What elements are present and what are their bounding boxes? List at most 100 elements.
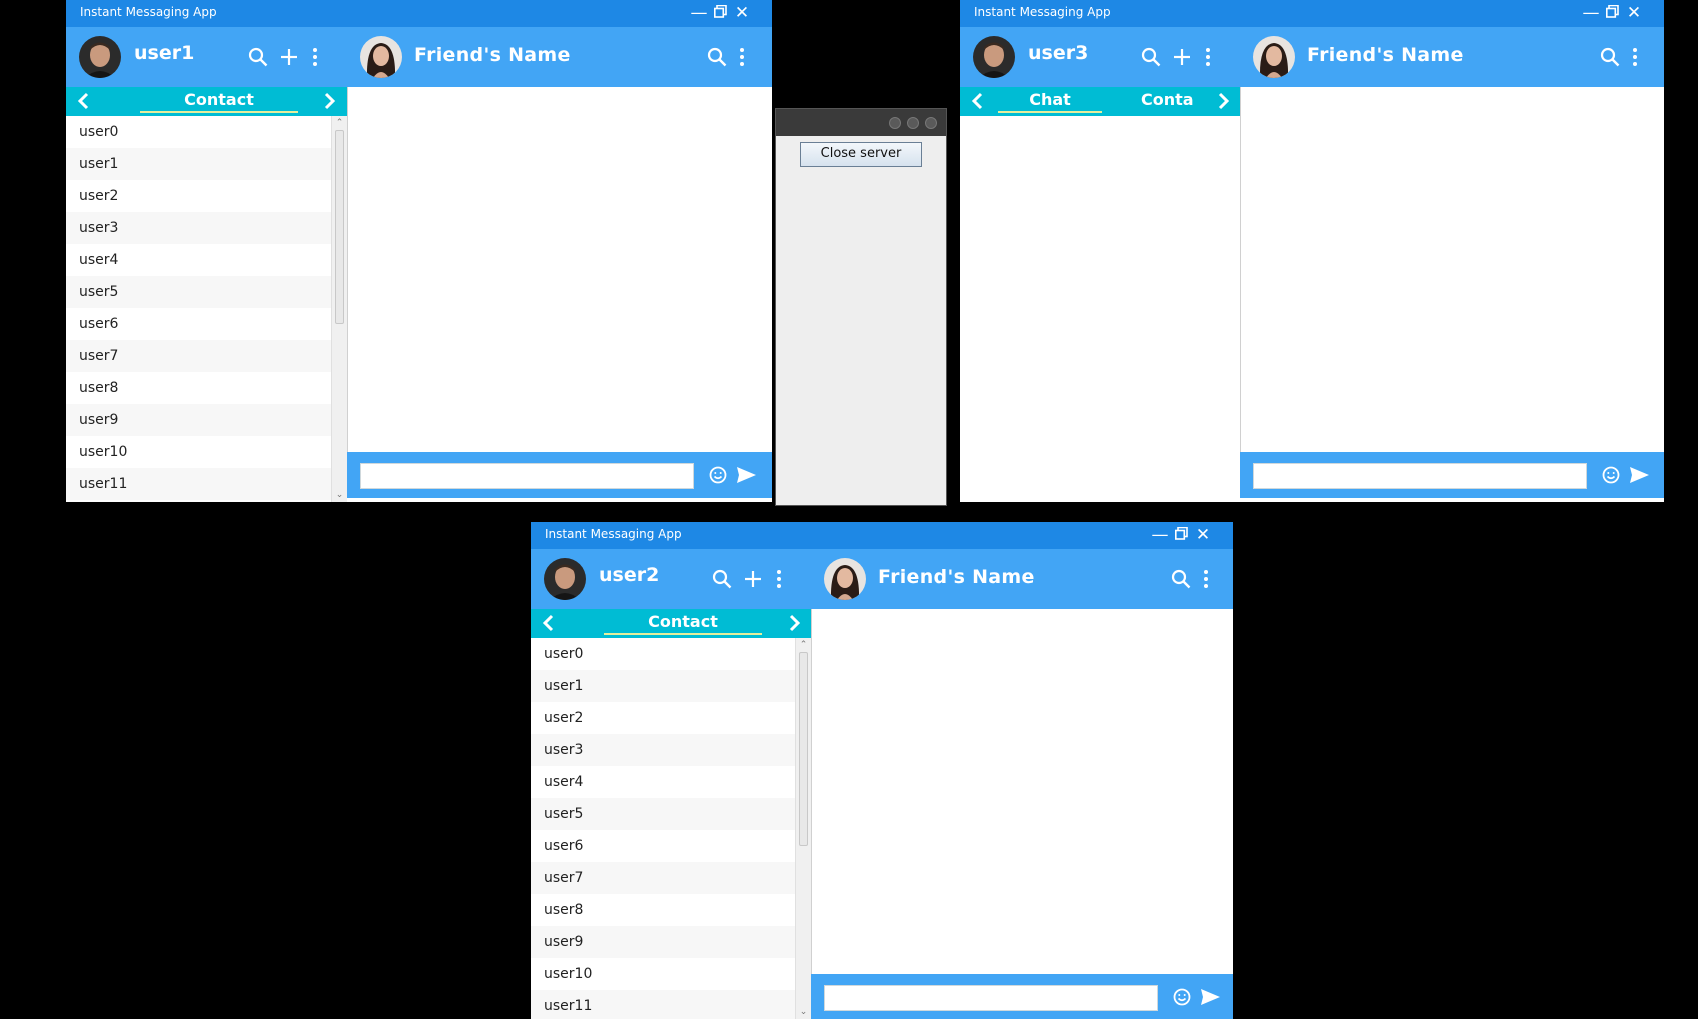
message-input[interactable] bbox=[824, 985, 1158, 1011]
add-icon[interactable] bbox=[278, 46, 300, 68]
chevron-left-icon[interactable] bbox=[75, 92, 93, 110]
list-item[interactable]: user7 bbox=[66, 340, 331, 372]
friend-header: Friend's Name bbox=[347, 27, 772, 87]
list-item[interactable]: user1 bbox=[66, 148, 331, 180]
list-item[interactable]: user6 bbox=[531, 830, 795, 862]
friend-avatar[interactable] bbox=[360, 36, 402, 78]
emoji-icon[interactable] bbox=[707, 464, 729, 486]
window-title: Instant Messaging App bbox=[545, 527, 682, 541]
list-item[interactable]: user2 bbox=[531, 702, 795, 734]
tab-chat[interactable]: Chat bbox=[998, 90, 1102, 113]
scroll-up-icon[interactable]: ⌃ bbox=[796, 638, 811, 652]
username: user1 bbox=[134, 42, 195, 64]
list-item[interactable]: user5 bbox=[531, 798, 795, 830]
list-item[interactable]: user8 bbox=[531, 894, 795, 926]
close-icon[interactable] bbox=[925, 117, 937, 129]
search-icon[interactable] bbox=[1170, 568, 1192, 590]
message-input[interactable] bbox=[1253, 463, 1587, 489]
friend-avatar[interactable] bbox=[824, 558, 866, 600]
more-vert-icon[interactable] bbox=[731, 46, 753, 68]
more-vert-icon[interactable] bbox=[1624, 46, 1646, 68]
list-item[interactable]: user0 bbox=[66, 116, 331, 148]
restore-icon[interactable] bbox=[1603, 3, 1621, 23]
tab-contact[interactable]: Contact bbox=[140, 90, 298, 113]
send-icon[interactable] bbox=[1199, 986, 1221, 1008]
window-titlebar[interactable]: Instant Messaging App — ✕ bbox=[531, 522, 1233, 549]
avatar[interactable] bbox=[79, 36, 121, 78]
list-item[interactable]: user1 bbox=[531, 670, 795, 702]
chevron-left-icon[interactable] bbox=[540, 614, 558, 632]
window-titlebar[interactable]: Instant Messaging App — ✕ bbox=[960, 0, 1664, 27]
more-vert-icon[interactable] bbox=[1195, 568, 1217, 590]
scrollbar[interactable]: ⌃ ⌄ bbox=[331, 116, 347, 502]
avatar[interactable] bbox=[973, 36, 1015, 78]
scroll-down-icon[interactable]: ⌄ bbox=[332, 488, 347, 502]
list-item[interactable]: user6 bbox=[66, 308, 331, 340]
avatar[interactable] bbox=[544, 558, 586, 600]
list-item[interactable]: user3 bbox=[531, 734, 795, 766]
add-icon[interactable] bbox=[1171, 46, 1193, 68]
more-vert-icon[interactable] bbox=[1197, 46, 1219, 68]
close-server-button[interactable]: Close server bbox=[800, 142, 922, 167]
username: user2 bbox=[599, 564, 660, 586]
friend-avatar[interactable] bbox=[1253, 36, 1295, 78]
search-icon[interactable] bbox=[711, 568, 733, 590]
chevron-left-icon[interactable] bbox=[969, 92, 987, 110]
send-icon[interactable] bbox=[735, 464, 757, 486]
search-icon[interactable] bbox=[247, 46, 269, 68]
close-icon[interactable]: ✕ bbox=[1194, 525, 1212, 545]
maximize-icon[interactable] bbox=[907, 117, 919, 129]
list-item[interactable]: user9 bbox=[531, 926, 795, 958]
list-item[interactable]: user11 bbox=[66, 468, 331, 500]
restore-icon[interactable] bbox=[711, 3, 729, 23]
minimize-icon[interactable]: — bbox=[1582, 3, 1600, 23]
minimize-icon[interactable]: — bbox=[1151, 525, 1169, 545]
tab-contact[interactable]: Contact bbox=[604, 612, 762, 635]
list-item[interactable]: user4 bbox=[66, 244, 331, 276]
friend-name: Friend's Name bbox=[414, 44, 571, 66]
list-item[interactable]: user10 bbox=[66, 436, 331, 468]
list-item[interactable]: user3 bbox=[66, 212, 331, 244]
list-item[interactable]: user5 bbox=[66, 276, 331, 308]
scroll-down-icon[interactable]: ⌄ bbox=[796, 1005, 811, 1019]
im-window-user1: Instant Messaging App — ✕ user1 Friend's… bbox=[66, 0, 772, 502]
more-vert-icon[interactable] bbox=[768, 568, 790, 590]
minimize-icon[interactable]: — bbox=[690, 3, 708, 23]
window-titlebar[interactable]: Instant Messaging App — ✕ bbox=[66, 0, 772, 27]
more-vert-icon[interactable] bbox=[304, 46, 326, 68]
minimize-icon[interactable] bbox=[889, 117, 901, 129]
server-titlebar[interactable] bbox=[776, 109, 946, 136]
list-item[interactable]: user0 bbox=[531, 638, 795, 670]
list-item[interactable]: user10 bbox=[531, 958, 795, 990]
message-input[interactable] bbox=[360, 463, 694, 489]
list-item[interactable]: user9 bbox=[66, 404, 331, 436]
chat-area bbox=[347, 87, 772, 452]
restore-icon[interactable] bbox=[1172, 525, 1190, 545]
search-icon[interactable] bbox=[1599, 46, 1621, 68]
scrollbar[interactable]: ⌃ ⌄ bbox=[795, 638, 811, 1019]
user-header: user1 bbox=[66, 27, 347, 87]
contact-list: user0 user1 user2 user3 user4 user5 user… bbox=[531, 638, 811, 1019]
close-icon[interactable]: ✕ bbox=[733, 3, 751, 23]
search-icon[interactable] bbox=[1140, 46, 1162, 68]
add-icon[interactable] bbox=[742, 568, 764, 590]
chevron-right-icon[interactable] bbox=[1214, 92, 1232, 110]
close-icon[interactable]: ✕ bbox=[1625, 3, 1643, 23]
list-item[interactable]: user8 bbox=[66, 372, 331, 404]
chevron-right-icon[interactable] bbox=[785, 614, 803, 632]
chevron-right-icon[interactable] bbox=[320, 92, 338, 110]
tab-contact[interactable]: Conta bbox=[1141, 90, 1193, 110]
list-item[interactable]: user7 bbox=[531, 862, 795, 894]
scrollbar-thumb[interactable] bbox=[799, 652, 808, 846]
emoji-icon[interactable] bbox=[1600, 464, 1622, 486]
scroll-up-icon[interactable]: ⌃ bbox=[332, 116, 347, 130]
chat-list bbox=[960, 116, 1240, 502]
list-item[interactable]: user4 bbox=[531, 766, 795, 798]
scrollbar-thumb[interactable] bbox=[335, 130, 344, 324]
emoji-icon[interactable] bbox=[1171, 986, 1193, 1008]
send-icon[interactable] bbox=[1628, 464, 1650, 486]
friend-name: Friend's Name bbox=[878, 566, 1035, 588]
list-item[interactable]: user2 bbox=[66, 180, 331, 212]
search-icon[interactable] bbox=[706, 46, 728, 68]
list-item[interactable]: user11 bbox=[531, 990, 795, 1019]
